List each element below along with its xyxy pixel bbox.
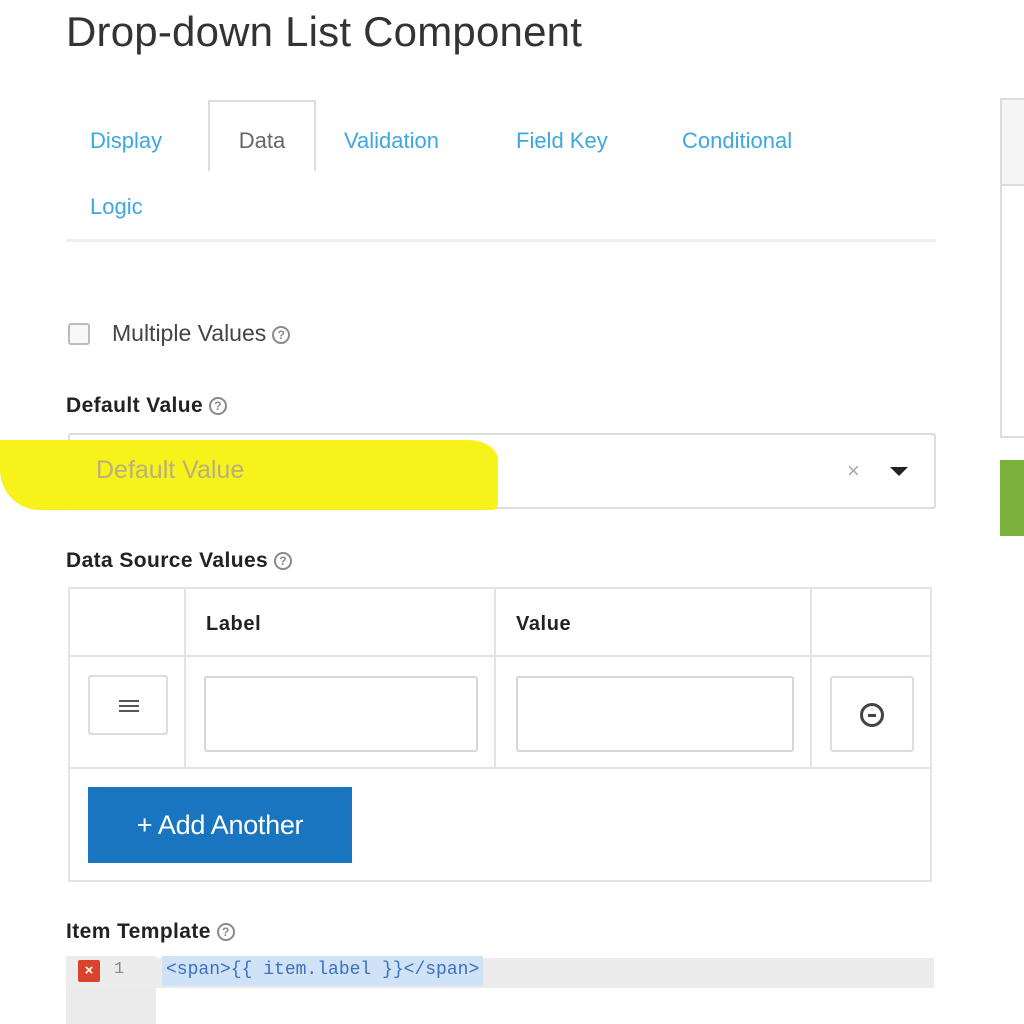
multiple-values-label: Multiple Values? [112,320,291,347]
line-number: 1 [114,960,125,979]
item-template-editor[interactable]: × 1 <span>{{ item.label }}</span> [66,956,934,1024]
default-value-label-text: Default Value [66,394,204,417]
table-row [70,657,930,769]
code-text[interactable]: <span>{{ item.label }}</span> [162,956,484,986]
default-value-label: Default Value? [66,394,228,418]
remove-circle-icon [860,703,884,727]
tab-conditional[interactable]: Conditional [682,128,792,154]
highlight-mark [0,440,498,510]
table-header-row: Label Value [70,589,930,657]
column-header-value: Value [516,613,572,635]
tab-bar: Display Data Validation Field Key Condit… [66,100,936,242]
item-template-label-text: Item Template [66,920,211,943]
row-label-input[interactable] [204,676,478,752]
question-circle-icon: ? [209,397,228,416]
multiple-values-checkbox[interactable] [68,323,90,345]
tab-data[interactable]: Data [208,100,316,172]
row-value-input[interactable] [516,676,794,752]
preview-panel-header [1002,100,1024,186]
column-header-label: Label [206,613,262,635]
data-source-table: Label Value + Add Another [68,587,932,882]
add-another-button[interactable]: + Add Another [88,787,352,863]
question-circle-icon: ? [216,923,235,942]
data-source-values-label-text: Data Source Values [66,549,269,572]
page-title: Drop-down List Component [66,8,583,55]
question-circle-icon: ? [274,552,293,571]
error-marker-icon: × [78,960,100,982]
tab-display[interactable]: Display [90,128,162,154]
tab-validation[interactable]: Validation [344,128,439,154]
item-template-label: Item Template? [66,920,235,944]
question-circle-icon: ? [272,325,291,344]
data-source-values-label: Data Source Values? [66,549,293,573]
save-button[interactable] [1000,460,1024,536]
clear-icon[interactable]: × [847,458,860,484]
default-value-placeholder: Default Value [96,456,245,484]
tab-field-key[interactable]: Field Key [516,128,608,154]
caret-down-icon[interactable] [890,467,908,476]
multiple-values-text: Multiple Values [112,320,267,346]
tab-logic[interactable]: Logic [90,194,143,220]
preview-panel [1000,98,1024,438]
drag-handle-icon[interactable] [88,675,168,735]
remove-row-button[interactable] [830,676,914,752]
